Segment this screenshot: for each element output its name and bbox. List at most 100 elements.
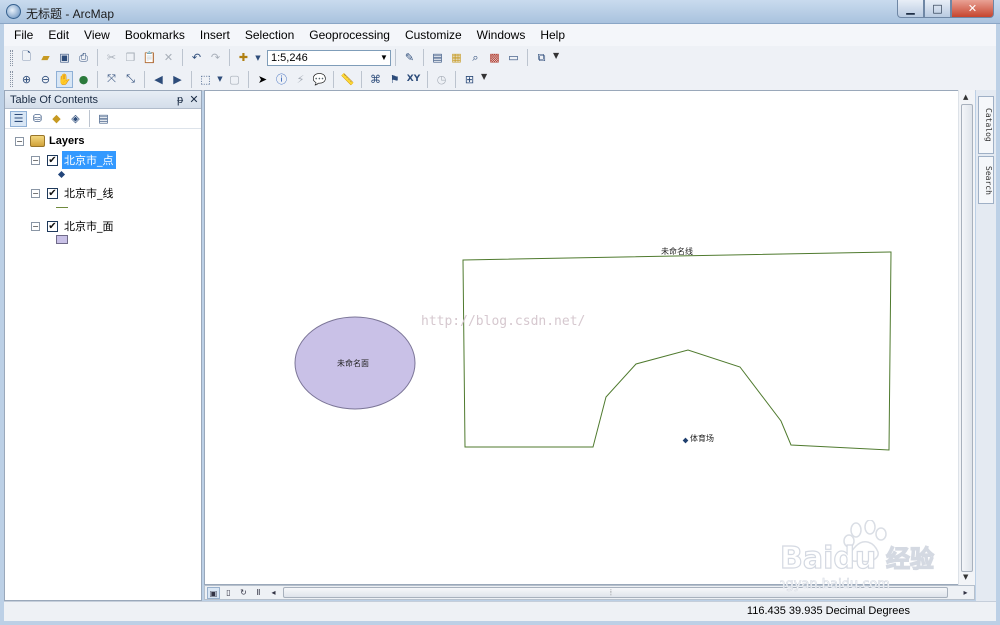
identify-icon[interactable]: ⓘ — [273, 71, 290, 88]
close-icon[interactable]: ✕ — [187, 93, 201, 106]
zoom-in-icon[interactable]: ⊕ — [18, 71, 35, 88]
create-viewer-window-icon[interactable]: ⊞ — [461, 71, 478, 88]
pause-drawing-icon[interactable]: Ⅱ — [252, 587, 265, 599]
scroll-up-arrow-icon[interactable]: ▲ — [963, 93, 968, 101]
toolbar-separator — [248, 70, 249, 88]
menu-help[interactable]: Help — [538, 27, 567, 43]
menu-bookmarks[interactable]: Bookmarks — [123, 27, 187, 43]
search-tab[interactable]: Search — [978, 156, 994, 204]
table-of-contents-icon[interactable]: ▤ — [429, 49, 446, 66]
horizontal-scroll-thumb[interactable]: ⦙ — [283, 587, 948, 598]
toolbar-overflow-icon[interactable]: ▼ — [553, 51, 561, 65]
layer-item-polygon[interactable]: − ✔ 北京市_面 — [31, 217, 116, 235]
fixed-zoom-in-icon[interactable]: ⤧ — [103, 71, 120, 88]
pin-icon[interactable]: ᵽ — [173, 94, 187, 106]
layer-item-point[interactable]: − ✔ 北京市_点 — [31, 151, 116, 169]
menu-geoprocessing[interactable]: Geoprocessing — [307, 27, 392, 43]
paste-icon[interactable]: 📋 — [141, 49, 158, 66]
pan-hand-icon[interactable]: ✋ — [56, 70, 73, 88]
layout-view-icon[interactable]: ▯ — [222, 587, 235, 599]
vertical-scroll-thumb[interactable] — [961, 104, 973, 572]
new-document-icon[interactable]: 🗋 — [18, 49, 35, 66]
select-dropdown-icon[interactable]: ▼ — [216, 71, 224, 88]
menu-view[interactable]: View — [82, 27, 112, 43]
go-to-xy-icon[interactable]: XY — [405, 71, 422, 88]
collapse-icon[interactable]: − — [31, 188, 40, 198]
layer-visibility-checkbox[interactable]: ✔ — [47, 154, 58, 166]
toolbar-overflow-icon[interactable]: ▼ — [481, 72, 489, 86]
arctoolbox-icon[interactable]: ▩ — [486, 49, 503, 66]
layer-visibility-checkbox[interactable]: ✔ — [47, 220, 58, 232]
toc-options-icon[interactable]: ▤ — [95, 111, 112, 127]
select-elements-arrow-icon[interactable]: ➤ — [254, 71, 271, 88]
minimize-button[interactable]: ▁ — [897, 0, 924, 18]
save-icon[interactable]: ▣ — [56, 49, 73, 66]
scroll-right-arrow-icon[interactable]: ▸ — [959, 587, 972, 599]
zoom-out-icon[interactable]: ⊖ — [37, 71, 54, 88]
full-extent-globe-icon[interactable]: ● — [75, 71, 92, 88]
map-canvas[interactable] — [205, 91, 976, 586]
select-features-icon[interactable]: ⬚ — [197, 71, 214, 88]
hyperlink-icon[interactable]: ⚡ — [292, 71, 309, 88]
line-feature[interactable] — [462, 251, 892, 451]
list-by-selection-icon[interactable]: ◈ — [67, 111, 84, 127]
list-by-source-icon[interactable]: ⛁ — [29, 111, 46, 127]
list-by-visibility-icon[interactable]: ◆ — [48, 111, 65, 127]
forward-arrow-icon[interactable]: ▶ — [169, 71, 186, 88]
add-data-dropdown-icon[interactable]: ▼ — [254, 49, 262, 66]
layer-visibility-checkbox[interactable]: ✔ — [47, 187, 58, 199]
print-icon[interactable]: ⎙ — [75, 49, 92, 66]
open-folder-icon[interactable]: ▰ — [37, 49, 54, 66]
menu-windows[interactable]: Windows — [475, 27, 528, 43]
catalog-window-icon[interactable]: ▦ — [448, 49, 465, 66]
toolbar-grip[interactable] — [10, 71, 13, 87]
maximize-button[interactable]: □ — [924, 0, 951, 18]
collapse-icon[interactable]: − — [31, 221, 40, 231]
menu-insert[interactable]: Insert — [198, 27, 232, 43]
layer-name[interactable]: 北京市_面 — [62, 217, 116, 235]
html-popup-icon[interactable]: 💬 — [311, 71, 328, 88]
point-feature[interactable] — [682, 437, 689, 444]
time-slider-icon[interactable]: ◷ — [433, 71, 450, 88]
measure-icon[interactable]: 📏 — [339, 71, 356, 88]
menu-edit[interactable]: Edit — [46, 27, 71, 43]
menu-file[interactable]: File — [12, 27, 35, 43]
menu-customize[interactable]: Customize — [403, 27, 464, 43]
find-route-icon[interactable]: ⚑ — [386, 71, 403, 88]
point-label: 体育场 — [690, 434, 714, 443]
data-view-icon[interactable]: ▣ — [207, 586, 220, 599]
scroll-left-arrow-icon[interactable]: ◂ — [267, 587, 280, 599]
search-window-icon[interactable]: ⌕ — [467, 49, 484, 66]
add-data-icon[interactable]: ✚ — [235, 49, 252, 66]
map-scale-combobox[interactable]: 1:5,246 ▼ — [267, 49, 391, 66]
editor-toolbar-icon[interactable]: ✎ — [401, 49, 418, 66]
layer-name[interactable]: 北京市_点 — [62, 151, 116, 169]
map-vertical-scrollbar[interactable]: ▲ ▼ — [958, 90, 975, 585]
undo-icon[interactable]: ↶ — [188, 49, 205, 66]
delete-icon[interactable]: ✕ — [160, 49, 177, 66]
modelbuilder-icon[interactable]: ⧉ — [533, 49, 550, 66]
layers-root[interactable]: − Layers — [15, 135, 84, 147]
scroll-down-arrow-icon[interactable]: ▼ — [963, 573, 968, 581]
clear-selection-icon[interactable]: ▢ — [226, 71, 243, 88]
arcmap-app-icon — [6, 4, 21, 19]
python-window-icon[interactable]: ▭ — [505, 49, 522, 66]
refresh-icon[interactable]: ↻ — [237, 587, 250, 599]
redo-icon[interactable]: ↷ — [207, 49, 224, 66]
map-view[interactable]: 未命名面 未命名线 体育场 http://blog.csdn.net/ — [204, 90, 975, 585]
toolbar-grip[interactable] — [10, 49, 13, 66]
cut-icon[interactable]: ✂ — [103, 49, 120, 66]
collapse-icon[interactable]: − — [15, 136, 24, 146]
menu-selection[interactable]: Selection — [243, 27, 296, 43]
layer-name[interactable]: 北京市_线 — [62, 184, 116, 202]
fixed-zoom-out-icon[interactable]: ⤡ — [122, 71, 139, 88]
back-arrow-icon[interactable]: ◀ — [150, 71, 167, 88]
catalog-tab[interactable]: Catalog — [978, 96, 994, 154]
copy-icon[interactable]: ❐ — [122, 49, 139, 66]
find-binoculars-icon[interactable]: ⌘ — [367, 71, 384, 88]
layer-item-line[interactable]: − ✔ 北京市_线 — [31, 184, 116, 202]
close-button[interactable]: ✕ — [951, 0, 994, 18]
collapse-icon[interactable]: − — [31, 155, 40, 165]
chevron-down-icon[interactable]: ▼ — [378, 51, 390, 65]
list-by-drawing-order-icon[interactable]: ☰ — [10, 110, 27, 127]
